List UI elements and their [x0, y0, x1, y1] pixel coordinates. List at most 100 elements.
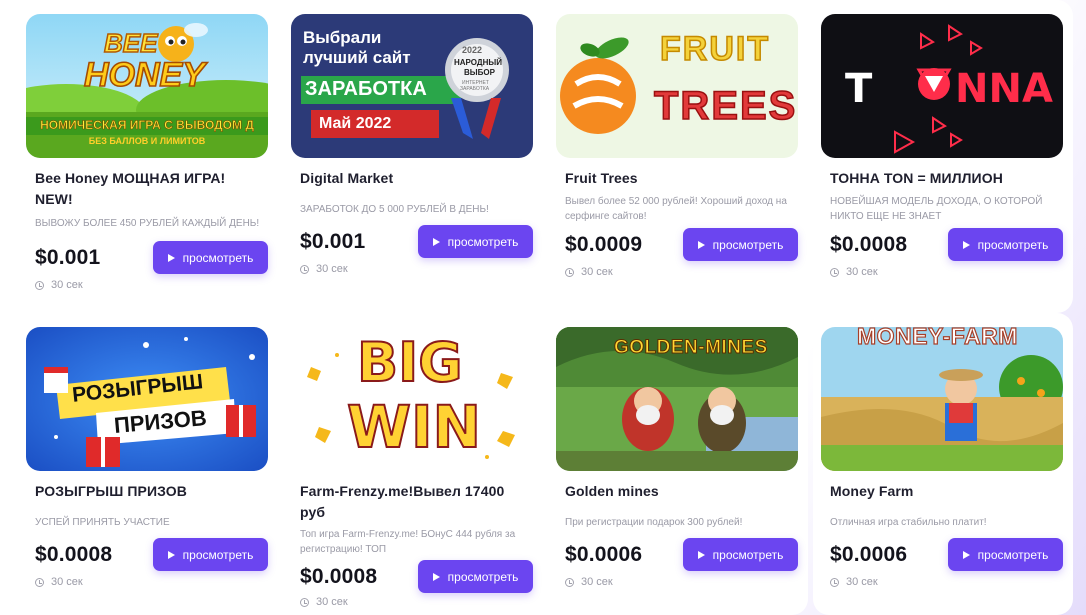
- play-icon: [432, 237, 440, 246]
- banner-line2: TREES: [653, 83, 798, 129]
- banner-title: GOLDEN-MINES: [614, 337, 768, 359]
- offer-card[interactable]: РОЗЫГРЫШ ПРИЗОВ РОЗЫГРЫШ ПРИЗОВ УСПЕЙ ПР…: [18, 313, 278, 615]
- offer-card[interactable]: BEE HONEY НОМИЧЕСКАЯ ИГРА С ВЫВОДОМ Д БЕ…: [18, 0, 278, 313]
- offer-title[interactable]: Farm-Frenzy.me!Вывел 17400 руб: [291, 481, 535, 523]
- offer-title[interactable]: Digital Market: [291, 168, 535, 189]
- banner-part2: NNA: [955, 66, 1053, 112]
- offer-banner-image[interactable]: T NNA: [821, 14, 1063, 158]
- view-button[interactable]: просмотреть: [418, 225, 533, 258]
- price-row: $0.001 просмотреть: [26, 241, 268, 274]
- offer-price: $0.001: [35, 245, 101, 269]
- offer-description: При регистрации подарок 300 рублей!: [565, 517, 743, 528]
- offer-price: $0.0009: [565, 232, 643, 256]
- offer-card[interactable]: T NNA ТОННА TON = МИЛЛИОН НОВЕЙШАЯ МОДЕЛ…: [813, 0, 1073, 313]
- view-button[interactable]: просмотреть: [683, 228, 798, 261]
- offer-title[interactable]: ТОННА TON = МИЛЛИОН: [821, 168, 1065, 189]
- view-button[interactable]: просмотреть: [683, 538, 798, 571]
- offer-duration: 30 сек: [51, 279, 83, 291]
- offer-card[interactable]: GOLDEN-MINES Golden mines При регистраци…: [548, 313, 808, 615]
- view-button[interactable]: просмотреть: [153, 241, 268, 274]
- play-icon: [167, 550, 175, 559]
- offer-description: НОВЕЙШАЯ МОДЕЛЬ ДОХОДА, О КОТОРОЙ НИКТО …: [830, 196, 1043, 222]
- badge-line4: ЗАРАБОТКА: [460, 86, 490, 92]
- banner-title: MONEY-FARM: [856, 327, 1018, 350]
- banner-line1: FRUIT: [659, 29, 771, 69]
- view-button-label: просмотреть: [447, 234, 519, 249]
- view-button-label: просмотреть: [447, 569, 519, 584]
- time-row: 30 сек: [556, 266, 800, 278]
- badge-line1: НАРОДНЫЙ: [454, 58, 502, 67]
- play-icon: [962, 550, 970, 559]
- offer-banner-image[interactable]: FRUIT TREES: [556, 14, 798, 158]
- view-button[interactable]: просмотреть: [948, 538, 1063, 571]
- clock-icon: [830, 267, 839, 277]
- clock-icon: [35, 280, 44, 290]
- offer-title[interactable]: РОЗЫГРЫШ ПРИЗОВ: [26, 481, 270, 502]
- offer-banner-image[interactable]: РОЗЫГРЫШ ПРИЗОВ: [26, 327, 268, 471]
- offer-title[interactable]: Money Farm: [821, 481, 1065, 502]
- offer-price: $0.0006: [830, 542, 908, 566]
- offer-card[interactable]: MONEY-FARM Money Farm Отличная игра стаб…: [813, 313, 1073, 615]
- time-row: 30 сек: [26, 279, 270, 291]
- offer-card[interactable]: Выбрали лучший сайт ЗАРАБОТКА Май 2022 2…: [283, 0, 543, 313]
- play-icon: [167, 253, 175, 262]
- clock-icon: [35, 577, 44, 587]
- offer-price: $0.0008: [300, 564, 378, 588]
- clock-icon: [300, 597, 309, 607]
- clock-icon: [300, 264, 309, 274]
- offer-description: Вывел более 52 000 рублей! Хороший доход…: [565, 196, 787, 222]
- offer-price: $0.0006: [565, 542, 643, 566]
- view-button-label: просмотреть: [712, 547, 784, 562]
- offer-price: $0.001: [300, 229, 366, 253]
- offer-description: ВЫВОЖУ БОЛЕЕ 450 РУБЛЕЙ КАЖДЫЙ ДЕНЬ!: [35, 218, 260, 229]
- offer-duration: 30 сек: [846, 266, 878, 278]
- offer-description: Топ игра Farm-Frenzy.me! БОнуС 444 рубля…: [300, 529, 516, 555]
- clock-icon: [565, 267, 574, 277]
- offer-duration: 30 сек: [51, 576, 83, 588]
- time-row: 30 сек: [26, 576, 270, 588]
- offer-description: УСПЕЙ ПРИНЯТЬ УЧАСТИЕ: [35, 517, 170, 528]
- badge-year: 2022: [462, 45, 483, 55]
- price-row: $0.0008 просмотреть: [291, 560, 533, 593]
- price-row: $0.0008 просмотреть: [821, 228, 1063, 261]
- offer-duration: 30 сек: [316, 263, 348, 275]
- price-row: $0.0008 просмотреть: [26, 538, 268, 571]
- offer-title[interactable]: Fruit Trees: [556, 168, 800, 189]
- price-row: $0.0006 просмотреть: [821, 538, 1063, 571]
- view-button-label: просмотреть: [712, 237, 784, 252]
- price-row: $0.0006 просмотреть: [556, 538, 798, 571]
- banner-line3: ЗАРАБОТКА: [305, 78, 427, 100]
- play-icon: [962, 240, 970, 249]
- offer-banner-image[interactable]: BEE HONEY НОМИЧЕСКАЯ ИГРА С ВЫВОДОМ Д БЕ…: [26, 14, 268, 158]
- play-icon: [432, 572, 440, 581]
- offer-banner-image[interactable]: MONEY-FARM: [821, 327, 1063, 471]
- offer-duration: 30 сек: [581, 266, 613, 278]
- offer-card[interactable]: BIG WIN Farm-Frenzy.me!Вывел 17400 руб Т…: [283, 313, 543, 615]
- view-button[interactable]: просмотреть: [948, 228, 1063, 261]
- banner-line2: WIN: [346, 392, 482, 462]
- view-button-label: просмотреть: [977, 237, 1049, 252]
- offer-title[interactable]: Bee Honey МОЩНАЯ ИГРА! NEW!: [26, 168, 270, 210]
- offer-price: $0.0008: [35, 542, 113, 566]
- banner-line4: Май 2022: [319, 115, 392, 132]
- time-row: 30 сек: [291, 596, 535, 608]
- time-row: 30 сек: [291, 263, 535, 275]
- offer-banner-image[interactable]: Выбрали лучший сайт ЗАРАБОТКА Май 2022 2…: [291, 14, 533, 158]
- offer-banner-image[interactable]: GOLDEN-MINES: [556, 327, 798, 471]
- banner-line1: Выбрали: [303, 28, 382, 47]
- offer-title[interactable]: Golden mines: [556, 481, 800, 502]
- time-row: 30 сек: [821, 576, 1065, 588]
- offer-card[interactable]: FRUIT TREES Fruit Trees Вывел более 52 0…: [548, 0, 808, 313]
- view-button[interactable]: просмотреть: [418, 560, 533, 593]
- view-button-label: просмотреть: [182, 547, 254, 562]
- view-button[interactable]: просмотреть: [153, 538, 268, 571]
- view-button-label: просмотреть: [182, 250, 254, 265]
- banner-ticker: НОМИЧЕСКАЯ ИГРА С ВЫВОДОМ Д: [40, 118, 254, 133]
- play-icon: [697, 240, 705, 249]
- badge-line2: ВЫБОР: [464, 68, 495, 77]
- offer-duration: 30 сек: [846, 576, 878, 588]
- clock-icon: [565, 577, 574, 587]
- offer-banner-image[interactable]: BIG WIN: [291, 327, 533, 471]
- clock-icon: [830, 577, 839, 587]
- banner-line1: BIG: [356, 330, 464, 395]
